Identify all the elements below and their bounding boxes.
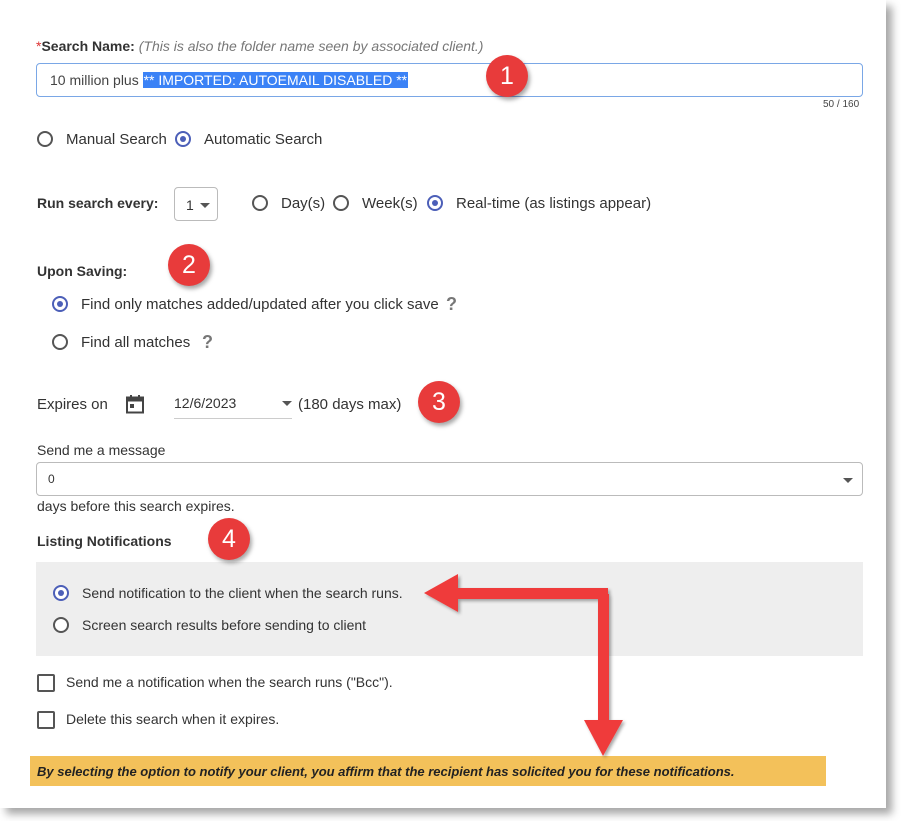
badge-2: 2	[168, 244, 210, 286]
search-settings-panel: *Search Name: (This is also the folder n…	[0, 0, 886, 808]
badge-3: 3	[418, 381, 460, 423]
badge-1: 1	[486, 55, 528, 97]
badge-4: 4	[208, 518, 250, 560]
